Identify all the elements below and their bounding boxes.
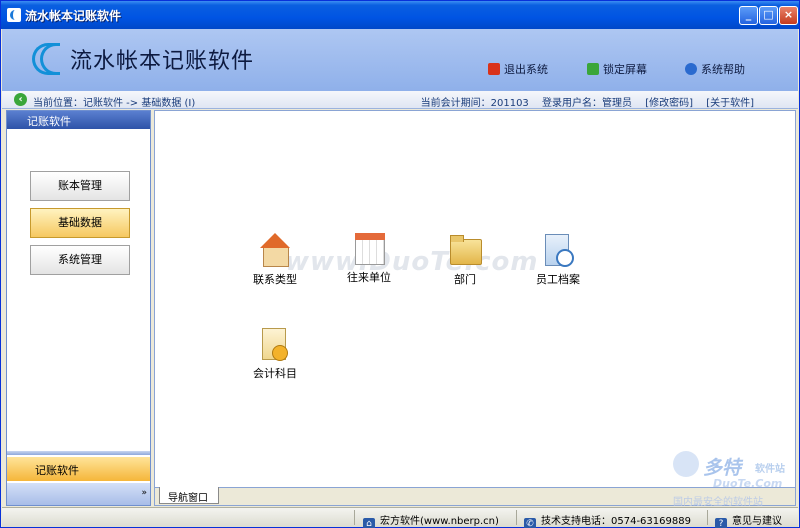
nav-basic-data-button[interactable]: 基础数据 (30, 208, 130, 238)
status-divider (516, 510, 517, 525)
sidebar-header: 记账软件 (7, 111, 150, 129)
tab-navigation-window[interactable]: 导航窗口 (159, 487, 219, 504)
app-icon (7, 8, 21, 22)
about-software-link[interactable]: [关于软件] (706, 98, 754, 109)
tile-contact-type[interactable]: 联系类型 (243, 233, 307, 287)
sidebar: 记账软件 账本管理 基础数据 系统管理 记账软件 » (6, 110, 151, 506)
lock-icon (587, 63, 599, 75)
mascot-icon (673, 451, 699, 477)
breadcrumb: 当前位置：记账软件 -> 基础数据 (I) (33, 98, 196, 109)
tile-business-partners[interactable]: 往来单位 (337, 231, 401, 285)
breadcrumb-bar: ‹ 当前位置：记账软件 -> 基础数据 (I) 当前会计期间：201103 登录… (2, 91, 798, 109)
status-divider (354, 510, 355, 525)
support-icon: ✆ (524, 518, 536, 528)
navigation-canvas: www.DuoTe.com 联系类型 往来单位 部门 员工档案 会计科目 (155, 111, 795, 487)
main-panel: www.DuoTe.com 联系类型 往来单位 部门 员工档案 会计科目 导航窗… (154, 110, 796, 506)
window-title: 流水帐本记账软件 (25, 9, 122, 23)
logo-icon (32, 43, 60, 75)
status-support: ✆ 技术支持电话：0574-63169889 (524, 512, 691, 528)
help-icon (685, 63, 697, 75)
site-watermark: 多特 软件站 DuoTe.Com 国内最安全的软件站 (669, 449, 795, 508)
employee-doc-icon (542, 233, 574, 267)
login-user: 登录用户名：管理员 (542, 98, 632, 109)
feedback-link[interactable]: ? 意见与建议 (715, 512, 782, 528)
minimize-button[interactable]: _ (739, 6, 758, 25)
nav-ledger-management-button[interactable]: 账本管理 (30, 171, 130, 201)
status-company: ⌂ 宏方软件(www.nberp.cn) (363, 512, 499, 528)
tile-employee-records[interactable]: 员工档案 (526, 233, 590, 287)
sidebar-footer: » (7, 483, 150, 505)
calendar-icon (353, 231, 385, 265)
app-window: 流水帐本记账软件 _ □ × 流水帐本记账软件 退出系统 锁定屏幕 系统帮助 ‹… (0, 0, 800, 528)
question-icon: ? (715, 518, 727, 528)
lock-screen-link[interactable]: 锁定屏幕 (587, 61, 647, 77)
status-bar: ⌂ 宏方软件(www.nberp.cn) ✆ 技术支持电话：0574-6316988… (2, 507, 798, 528)
watermark-text: www.DuoTe.com (285, 247, 539, 277)
account-coin-icon (259, 327, 291, 361)
tile-department[interactable]: 部门 (433, 233, 497, 287)
exit-system-link[interactable]: 退出系统 (488, 61, 548, 77)
expand-chevron-icon[interactable]: » (141, 488, 147, 498)
close-button[interactable]: × (779, 6, 798, 25)
change-password-link[interactable]: [修改密码] (645, 98, 693, 109)
system-help-link[interactable]: 系统帮助 (685, 61, 745, 77)
session-info: 当前会计期间：201103 登录用户名：管理员 [修改密码] [关于软件] (411, 94, 754, 109)
accounting-period: 当前会计期间：201103 (420, 98, 529, 109)
app-header: 流水帐本记账软件 退出系统 锁定屏幕 系统帮助 (2, 29, 798, 91)
nav-system-management-button[interactable]: 系统管理 (30, 245, 130, 275)
app-name: 流水帐本记账软件 (70, 49, 255, 74)
sidebar-section-tab[interactable]: 记账软件 (7, 457, 150, 481)
house-icon (259, 233, 291, 267)
home-icon: ⌂ (363, 518, 375, 528)
folder-icon (449, 233, 482, 267)
sidebar-splitter[interactable] (7, 451, 150, 455)
back-arrow-icon[interactable]: ‹ (14, 93, 27, 106)
status-divider (707, 510, 708, 525)
title-bar[interactable]: 流水帐本记账软件 _ □ × (1, 1, 799, 29)
exit-icon (488, 63, 500, 75)
maximize-button[interactable]: □ (759, 6, 778, 25)
tile-accounting-subjects[interactable]: 会计科目 (243, 327, 307, 381)
